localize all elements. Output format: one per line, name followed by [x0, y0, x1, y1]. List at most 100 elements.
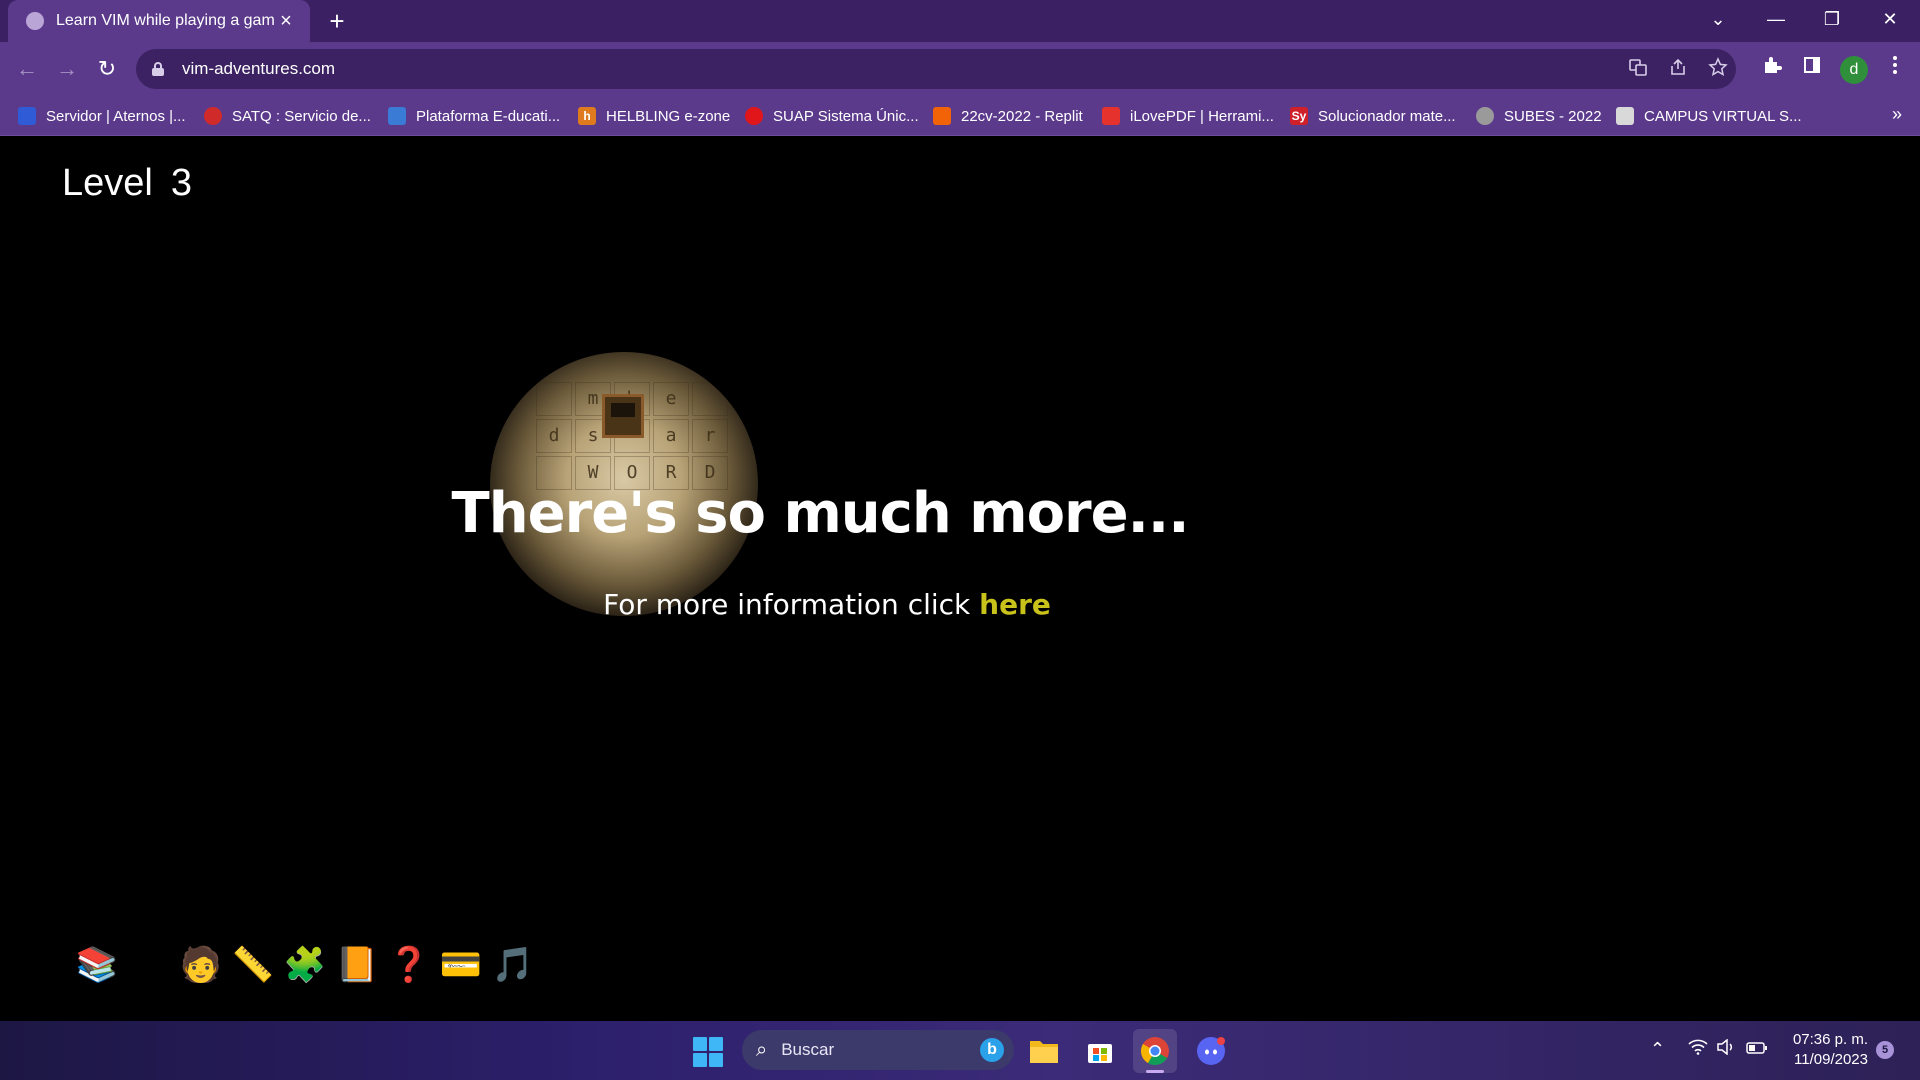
- search-icon: ⌕: [756, 1038, 768, 1061]
- game-toolbox: 📚 ⌨ 🧑 📏 🧩 📙 ❓ 💳 🎵: [76, 944, 534, 986]
- bookmark-item[interactable]: 22cv-2022 - Replit: [933, 104, 1083, 128]
- ruler-icon[interactable]: 📏: [232, 944, 274, 986]
- info-text: For more information click: [603, 588, 980, 621]
- globe-icon: [26, 12, 44, 30]
- treasure-chest-sprite: [602, 394, 644, 438]
- file-explorer-icon[interactable]: [1022, 1029, 1066, 1073]
- bookmark-item[interactable]: Sy Solucionador mate...: [1290, 104, 1456, 128]
- share-icon[interactable]: [1666, 57, 1690, 81]
- aternos-icon: [18, 107, 36, 125]
- reload-button[interactable]: ↻: [92, 54, 122, 84]
- level-number: 3: [170, 162, 192, 204]
- tab-search-button[interactable]: ⌄: [1696, 0, 1740, 38]
- bookmark-label: Solucionador mate...: [1318, 107, 1456, 125]
- system-clock[interactable]: 07:36 p. m. 11/09/2023: [1772, 1030, 1868, 1070]
- lock-icon: [152, 62, 164, 76]
- chrome-icon[interactable]: [1133, 1029, 1177, 1073]
- url-text: vim-adventures.com: [182, 59, 336, 78]
- active-app-indicator: [1146, 1070, 1164, 1073]
- symbolab-icon: Sy: [1290, 107, 1308, 125]
- tab-close-icon[interactable]: ×: [274, 10, 298, 33]
- tab-title: Learn VIM while playing a game: [56, 12, 274, 29]
- microsoft-store-icon[interactable]: [1078, 1029, 1122, 1073]
- bookmark-star-icon[interactable]: [1706, 57, 1730, 81]
- bookmark-label: Plataforma E-ducati...: [416, 107, 561, 125]
- minimize-button[interactable]: —: [1754, 0, 1798, 38]
- campus-icon: [1616, 107, 1634, 125]
- headline: There's so much more...: [451, 481, 1190, 546]
- book-icon[interactable]: 📙: [336, 944, 378, 986]
- grid-letter-cell: e: [653, 382, 689, 416]
- puzzle-icon[interactable]: 🧩: [284, 944, 326, 986]
- battery-icon[interactable]: [1746, 1039, 1768, 1060]
- bookmark-item[interactable]: SUBES - 2022: [1476, 104, 1602, 128]
- profile-avatar[interactable]: d: [1840, 56, 1868, 84]
- address-bar[interactable]: vim-adventures.com: [136, 49, 1736, 89]
- bookmarks-bar: Servidor | Aternos |... SATQ : Servicio …: [0, 96, 1920, 136]
- wifi-icon[interactable]: [1688, 1039, 1708, 1060]
- browser-toolbar: ← → ↻ vim-adventures.com: [0, 42, 1920, 96]
- books-icon[interactable]: 📚: [76, 944, 118, 986]
- bookmark-label: SATQ : Servicio de...: [232, 107, 371, 125]
- windows-start-icon[interactable]: [693, 1037, 723, 1067]
- ilovepdf-icon: [1102, 107, 1120, 125]
- restore-button[interactable]: ❐: [1810, 0, 1854, 38]
- bookmark-item[interactable]: CAMPUS VIRTUAL S...: [1616, 104, 1802, 128]
- keyboard-icon[interactable]: ⌨: [124, 944, 173, 986]
- show-hidden-icons-chevron[interactable]: ⌃: [1650, 1039, 1665, 1060]
- side-panel-icon[interactable]: [1797, 54, 1827, 84]
- close-window-button[interactable]: ✕: [1868, 0, 1912, 38]
- extensions-icon[interactable]: [1757, 54, 1787, 84]
- bookmark-item[interactable]: iLovePDF | Herrami...: [1102, 104, 1274, 128]
- grid-letter-cell: a: [653, 419, 689, 453]
- bookmark-item[interactable]: Plataforma E-ducati...: [388, 104, 560, 128]
- grid-letter-cell: d: [536, 419, 572, 453]
- replit-icon: [933, 107, 951, 125]
- browser-titlebar: Learn VIM while playing a game × + ⌄ — ❐…: [0, 0, 1920, 42]
- bing-icon[interactable]: b: [980, 1038, 1004, 1062]
- windows-taskbar: ⌕ Buscar b ⌃ 07:36 p. m. 11/09/2023 5: [0, 1021, 1920, 1080]
- bookmark-label: SUBES - 2022: [1504, 107, 1602, 125]
- clock-date: 11/09/2023: [1794, 1051, 1868, 1068]
- help-icon[interactable]: ❓: [388, 944, 430, 986]
- suap-icon: [745, 107, 763, 125]
- grid-letter-cell: [536, 382, 572, 416]
- bookmark-label: HELBLING e-zone: [606, 107, 731, 125]
- grid-letter-cell: [692, 382, 728, 416]
- here-link[interactable]: here: [979, 588, 1051, 621]
- info-line: For more information click here: [0, 588, 1654, 621]
- bookmarks-overflow-button[interactable]: »: [1892, 104, 1902, 125]
- back-button[interactable]: ←: [12, 54, 42, 84]
- bookmark-item[interactable]: h HELBLING e-zone: [578, 104, 730, 128]
- level-indicator: Level 3: [62, 162, 192, 205]
- person-icon[interactable]: 🧑: [180, 944, 222, 986]
- card-icon[interactable]: 💳: [440, 944, 482, 986]
- search-placeholder: Buscar: [781, 1040, 835, 1059]
- music-icon[interactable]: 🎵: [492, 944, 534, 986]
- volume-icon[interactable]: [1716, 1038, 1736, 1060]
- bookmark-label: iLovePDF | Herrami...: [1130, 107, 1274, 125]
- forward-button[interactable]: →: [52, 54, 82, 84]
- new-tab-button[interactable]: +: [322, 6, 352, 36]
- browser-tab-active[interactable]: Learn VIM while playing a game ×: [8, 0, 310, 42]
- subes-icon: [1476, 107, 1494, 125]
- clock-time: 07:36 p. m.: [1792, 1031, 1868, 1048]
- bookmark-label: CAMPUS VIRTUAL S...: [1644, 107, 1802, 125]
- bookmark-label: 22cv-2022 - Replit: [961, 107, 1083, 125]
- bookmark-label: SUAP Sistema Únic...: [773, 107, 919, 125]
- grid-letter-cell: r: [692, 419, 728, 453]
- bookmark-item[interactable]: Servidor | Aternos |...: [18, 104, 186, 128]
- notification-badge[interactable]: 5: [1876, 1041, 1894, 1059]
- helbling-icon: h: [578, 107, 596, 125]
- satq-icon: [204, 107, 222, 125]
- game-page: Level3 mhedsarWORD There's so much more.…: [0, 136, 1920, 1021]
- bookmark-label: Servidor | Aternos |...: [46, 107, 186, 125]
- level-label: Level: [62, 162, 153, 204]
- educativo-icon: [388, 107, 406, 125]
- bookmark-item[interactable]: SATQ : Servicio de...: [204, 104, 371, 128]
- menu-kebab-icon[interactable]: [1880, 54, 1910, 84]
- discord-icon[interactable]: [1189, 1029, 1233, 1073]
- taskbar-search[interactable]: ⌕ Buscar b: [742, 1030, 1014, 1070]
- bookmark-item[interactable]: SUAP Sistema Únic...: [745, 104, 919, 128]
- translate-icon[interactable]: [1626, 57, 1650, 81]
